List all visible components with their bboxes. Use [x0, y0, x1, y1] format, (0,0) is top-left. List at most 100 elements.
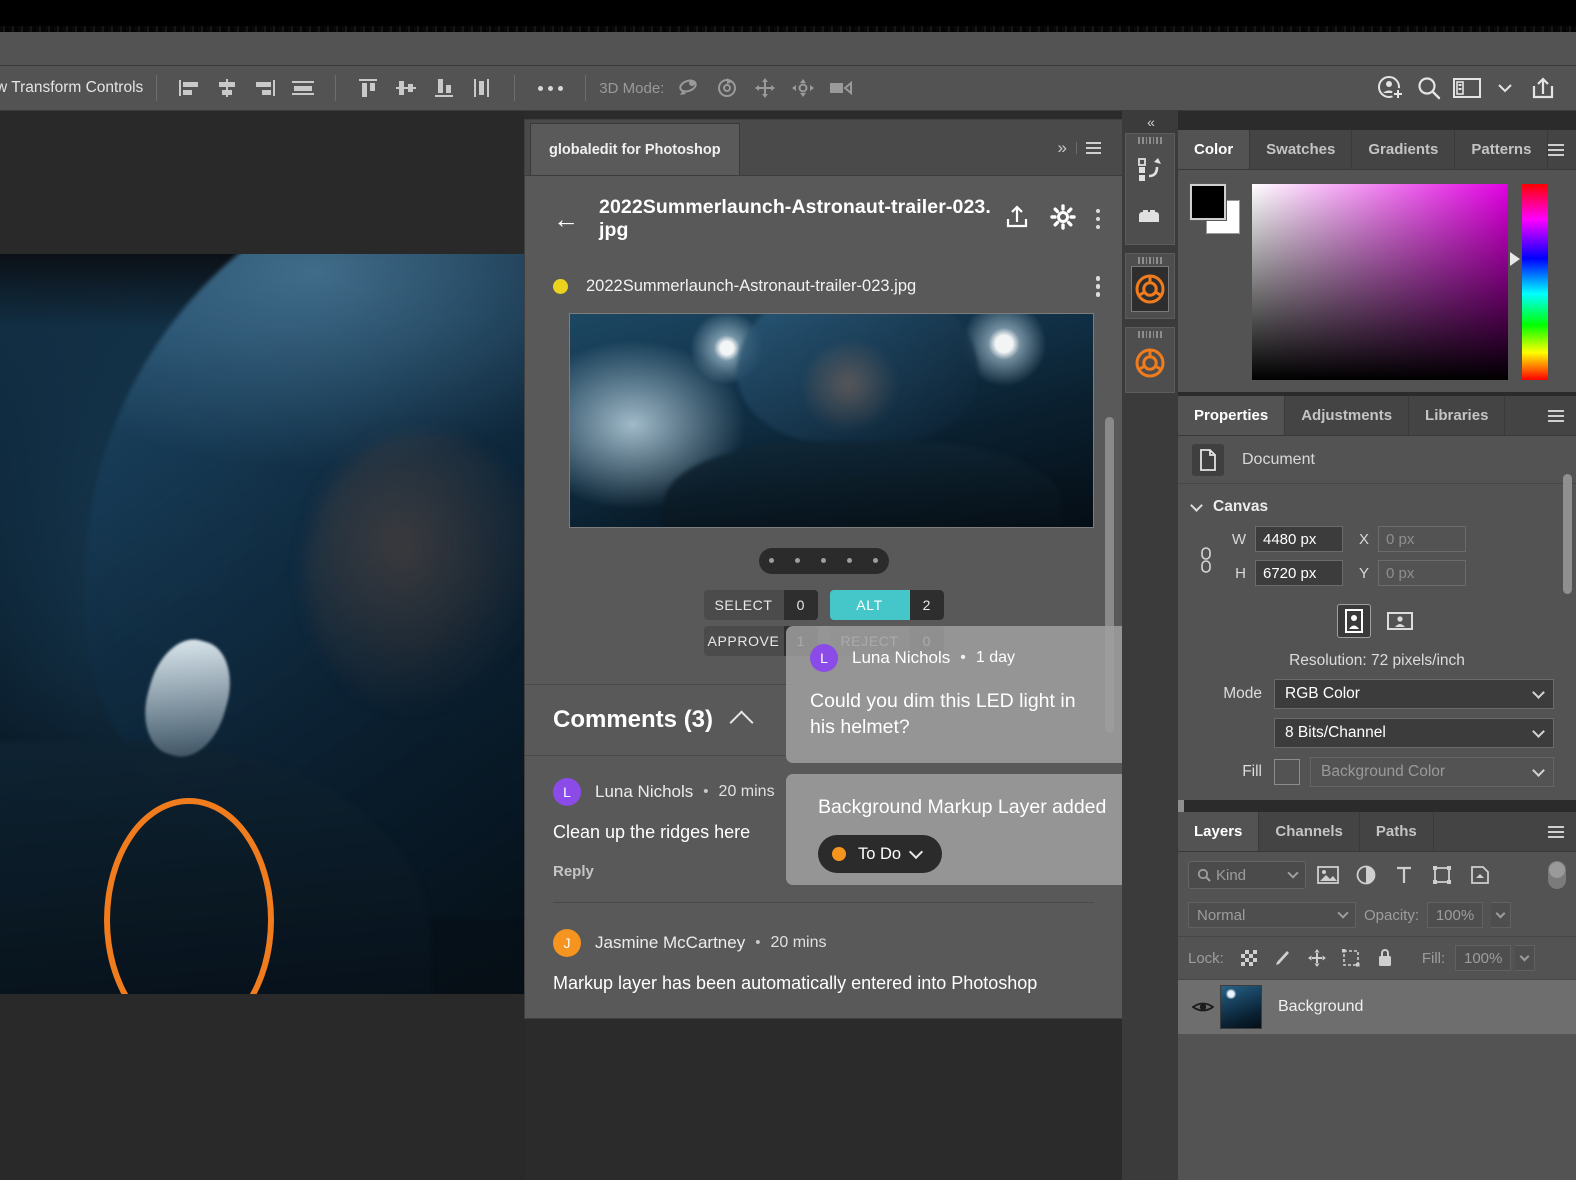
landscape-orientation-icon[interactable]	[1383, 604, 1417, 638]
tab-channels[interactable]: Channels	[1259, 812, 1360, 851]
file-more-vertical-icon[interactable]	[1095, 276, 1100, 297]
alt-rating-button[interactable]: ALT 2	[829, 589, 944, 620]
carousel-dot[interactable]	[873, 558, 878, 563]
chevron-down-icon[interactable]	[1486, 71, 1524, 105]
shape-layer-filter-icon[interactable]	[1426, 861, 1458, 889]
link-dimensions-icon[interactable]	[1192, 544, 1220, 576]
file-row[interactable]: 2022Summerlaunch-Astronaut-trailer-023.j…	[525, 262, 1122, 307]
canvas-section-header[interactable]: Canvas	[1178, 484, 1576, 522]
distribute-horizontal-icon[interactable]	[284, 71, 322, 105]
align-bottom-edges-icon[interactable]	[425, 71, 463, 105]
color-panel-tabs: Color Swatches Gradients Patterns	[1178, 130, 1576, 170]
fill-select[interactable]: Background Color	[1310, 757, 1554, 787]
pixel-layer-filter-icon[interactable]	[1312, 861, 1344, 889]
tab-globaledit-for-photoshop[interactable]: globaledit for Photoshop	[530, 123, 740, 175]
tab-swatches[interactable]: Swatches	[1250, 130, 1353, 169]
tab-paths[interactable]: Paths	[1360, 812, 1434, 851]
share-icon[interactable]	[1524, 71, 1562, 105]
tab-layers[interactable]: Layers	[1178, 812, 1260, 851]
opacity-input[interactable]: 100%	[1427, 902, 1484, 928]
foreground-background-swatches[interactable]	[1189, 183, 1242, 236]
bit-depth-select[interactable]: 8 Bits/Channel	[1274, 718, 1554, 748]
search-icon[interactable]	[1410, 71, 1448, 105]
panel-menu-icon[interactable]	[1548, 812, 1576, 851]
back-arrow-icon[interactable]: ←	[553, 206, 579, 232]
chevron-down-icon[interactable]	[909, 844, 924, 860]
more-align-options-icon[interactable]	[528, 71, 572, 105]
align-left-edges-icon[interactable]	[170, 71, 208, 105]
hue-slider-icon[interactable]	[1522, 184, 1548, 380]
more-vertical-icon[interactable]	[1095, 208, 1100, 230]
carousel-dot[interactable]	[795, 558, 800, 563]
drag-grip[interactable]	[1126, 254, 1174, 266]
portrait-orientation-icon[interactable]	[1337, 604, 1371, 638]
tab-libraries[interactable]: Libraries	[1409, 396, 1506, 435]
todo-status-dropdown[interactable]: To Do	[818, 835, 942, 873]
carousel-dots[interactable]	[758, 547, 889, 574]
align-right-edges-icon[interactable]	[246, 71, 284, 105]
add-user-icon[interactable]	[1372, 71, 1410, 105]
distribute-vertical-icon[interactable]	[463, 71, 501, 105]
drag-grip[interactable]	[1126, 328, 1174, 340]
tab-patterns[interactable]: Patterns	[1455, 130, 1549, 169]
file-thumbnail[interactable]	[569, 312, 1094, 528]
mode-select[interactable]: RGB Color	[1274, 679, 1554, 709]
tab-properties[interactable]: Properties	[1178, 396, 1286, 435]
carousel-dot[interactable]	[769, 558, 774, 563]
type-layer-filter-icon[interactable]	[1388, 861, 1420, 889]
select-rating-button[interactable]: SELECT 0	[703, 589, 818, 620]
foreground-color-swatch[interactable]	[1189, 183, 1227, 221]
properties-scrollbar[interactable]	[1563, 474, 1572, 594]
eye-icon[interactable]	[1186, 999, 1220, 1015]
height-input[interactable]: 6720 px	[1255, 560, 1343, 586]
smart-object-filter-icon[interactable]	[1464, 861, 1496, 889]
lock-position-icon[interactable]	[1302, 945, 1332, 971]
drag-grip[interactable]	[1126, 134, 1174, 146]
carousel-dot[interactable]	[847, 558, 852, 563]
x-input[interactable]: 0 px	[1378, 526, 1466, 552]
fill-input[interactable]: 100%	[1455, 945, 1512, 971]
color-field-icon[interactable]	[1252, 184, 1508, 380]
tab-adjustments[interactable]: Adjustments	[1285, 396, 1410, 435]
3d-camera-icon[interactable]	[822, 71, 860, 105]
libraries-icon[interactable]	[1126, 192, 1174, 238]
lock-all-icon[interactable]	[1370, 945, 1400, 971]
align-vertical-centers-icon[interactable]	[387, 71, 425, 105]
blend-mode-select[interactable]: Normal	[1188, 902, 1356, 928]
chevron-double-left-icon[interactable]: «	[1122, 111, 1178, 133]
opacity-stepper[interactable]	[1491, 902, 1512, 928]
fill-stepper[interactable]	[1515, 945, 1536, 971]
chevron-down-icon[interactable]	[1190, 498, 1203, 512]
panel-menu-icon[interactable]	[1548, 396, 1576, 435]
adjustment-layer-filter-icon[interactable]	[1350, 861, 1382, 889]
filter-toggle-icon[interactable]	[1548, 861, 1566, 889]
align-top-edges-icon[interactable]	[349, 71, 387, 105]
layer-list-item[interactable]: Background	[1178, 980, 1576, 1034]
lock-artboard-icon[interactable]	[1336, 945, 1366, 971]
chevron-double-right-icon[interactable]: »	[1049, 138, 1074, 158]
document-canvas[interactable]	[0, 111, 525, 1180]
chevron-up-icon[interactable]	[729, 710, 754, 735]
globaledit-aperture-icon[interactable]	[1131, 266, 1169, 312]
settings-gear-icon[interactable]	[1049, 203, 1076, 235]
3d-slide-icon[interactable]	[784, 71, 822, 105]
history-icon[interactable]	[1126, 146, 1174, 192]
carousel-dot[interactable]	[821, 558, 826, 563]
3d-roll-icon[interactable]	[708, 71, 746, 105]
fill-color-swatch[interactable]	[1274, 759, 1300, 785]
panel-menu-icon[interactable]	[1076, 141, 1110, 154]
workspace-icon[interactable]	[1448, 71, 1486, 105]
panel-menu-icon[interactable]	[1548, 130, 1576, 169]
tab-gradients[interactable]: Gradients	[1352, 130, 1456, 169]
width-input[interactable]: 4480 px	[1255, 526, 1343, 552]
upload-icon[interactable]	[1004, 204, 1030, 235]
lock-transparent-pixels-icon[interactable]	[1234, 945, 1264, 971]
y-input[interactable]: 0 px	[1378, 560, 1466, 586]
globaledit-aperture-icon[interactable]	[1126, 340, 1174, 386]
align-horizontal-centers-icon[interactable]	[208, 71, 246, 105]
3d-pan-icon[interactable]	[746, 71, 784, 105]
kind-filter-select[interactable]: Kind	[1188, 861, 1306, 889]
tab-color[interactable]: Color	[1178, 130, 1251, 169]
3d-orbit-icon[interactable]	[670, 71, 708, 105]
lock-image-pixels-icon[interactable]	[1268, 945, 1298, 971]
